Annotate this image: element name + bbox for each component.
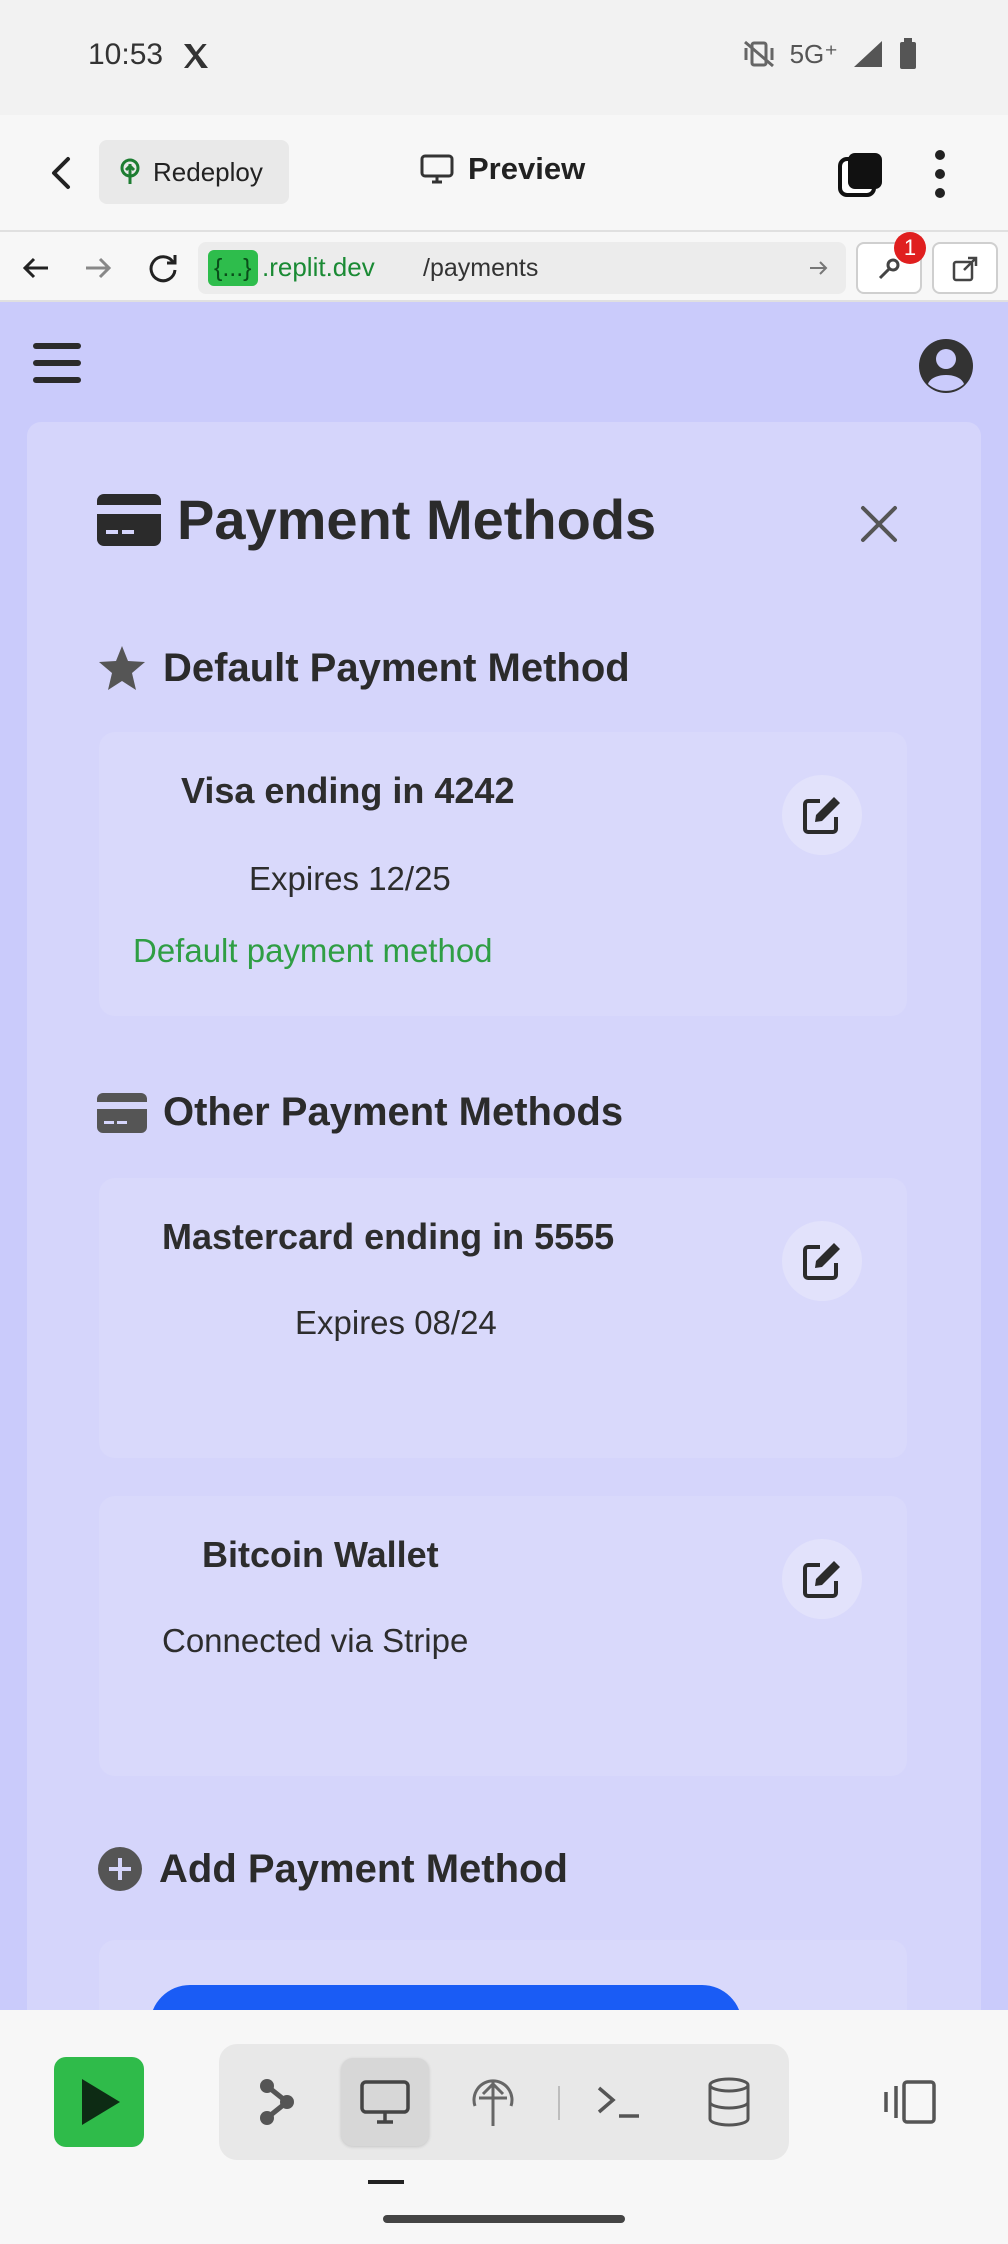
more-options-icon[interactable]: [925, 147, 955, 201]
external-link-icon: [952, 256, 978, 282]
payment-card: Mastercard ending in 5555 Expires 08/24: [99, 1178, 907, 1458]
preview-tool[interactable]: [341, 2058, 429, 2146]
status-indicators: 5G⁺: [742, 38, 918, 70]
page-title: Payment Methods: [177, 488, 657, 551]
url-host: .replit.dev: [262, 252, 375, 282]
default-card: Visa ending in 4242 Expires 12/25 Defaul…: [99, 732, 907, 1016]
card-expiry: Expires 12/25: [249, 860, 451, 897]
back-icon[interactable]: [40, 151, 84, 195]
home-indicator: [383, 2215, 625, 2223]
card-expiry: Expires 08/24: [295, 1304, 497, 1341]
edit-button[interactable]: [782, 775, 862, 855]
preview-label: Preview: [468, 151, 586, 186]
tool-group: [219, 2044, 789, 2160]
tabs-icon[interactable]: [836, 149, 886, 199]
menu-icon[interactable]: [33, 341, 81, 385]
panel-header: Payment Methods: [97, 487, 656, 552]
deployments-tool[interactable]: [449, 2058, 537, 2146]
other-section-header: Other Payment Methods: [97, 1090, 623, 1135]
browser-back-icon[interactable]: [18, 250, 54, 286]
signal-icon: [854, 41, 882, 67]
agent-tool[interactable]: [233, 2058, 321, 2146]
add-section-header: Add Payment Method: [97, 1846, 568, 1892]
other-section-title: Other Payment Methods: [163, 1090, 624, 1134]
payment-card: Bitcoin Wallet Connected via Stripe: [99, 1496, 907, 1776]
user-avatar-icon[interactable]: [918, 338, 974, 394]
x-app-icon: [184, 44, 208, 68]
status-bar: 10:53 5G⁺: [0, 0, 1008, 115]
preview-tab-title: Preview: [420, 151, 585, 187]
tool-divider: [558, 2086, 560, 2120]
card-name: Bitcoin Wallet: [202, 1534, 439, 1575]
play-icon: [82, 2079, 120, 2125]
url-path: /payments: [423, 254, 539, 282]
nodes-icon: [260, 2079, 294, 2125]
browser-bar: {...} .replit.dev /payments 1: [0, 230, 1008, 302]
database-icon: [708, 2077, 750, 2127]
star-icon: [99, 646, 145, 690]
default-section-title: Default Payment Method: [163, 645, 630, 690]
battery-icon: [900, 38, 916, 69]
deploy-icon: [120, 158, 140, 184]
go-arrow-icon[interactable]: [806, 256, 830, 280]
active-indicator: [368, 2180, 404, 2184]
monitor-icon: [360, 2080, 410, 2124]
edit-button[interactable]: [782, 1221, 862, 1301]
url-bar[interactable]: {...} .replit.dev /payments: [198, 242, 846, 294]
credit-card-icon: [97, 1092, 147, 1133]
run-button[interactable]: [54, 2057, 144, 2147]
credit-card-icon: [97, 493, 161, 546]
close-icon[interactable]: [857, 502, 901, 546]
default-label: Default payment method: [133, 932, 493, 969]
edit-button[interactable]: [782, 1539, 862, 1619]
browser-forward-icon[interactable]: [80, 250, 116, 286]
database-tool[interactable]: [685, 2058, 773, 2146]
open-external-button[interactable]: [932, 242, 998, 294]
redeploy-button[interactable]: Redeploy: [99, 140, 289, 204]
url-badge: {...}: [208, 250, 258, 286]
reload-icon[interactable]: [145, 250, 181, 286]
edit-icon: [803, 797, 840, 834]
shell-tool[interactable]: [575, 2058, 663, 2146]
payment-methods-panel: Payment Methods Default Payment Method V…: [27, 422, 981, 2010]
card-detail: Connected via Stripe: [162, 1622, 469, 1659]
add-section-title: Add Payment Method: [159, 1846, 568, 1891]
status-time: 10:53: [88, 38, 164, 71]
plus-circle-icon: [98, 1847, 142, 1891]
card-name: Visa ending in 4242: [181, 770, 515, 811]
network-type: 5G⁺: [789, 38, 838, 69]
webview: Payment Methods Default Payment Method V…: [0, 302, 1008, 2010]
bottom-toolbar: [0, 2010, 1008, 2244]
add-payment-method-button[interactable]: [150, 1985, 742, 2010]
layout-toggle-icon[interactable]: [882, 2078, 938, 2126]
devtools-button[interactable]: 1: [856, 232, 926, 294]
app-header: Redeploy Preview: [0, 115, 1008, 230]
card-name: Mastercard ending in 5555: [162, 1216, 615, 1257]
redeploy-label: Redeploy: [153, 156, 263, 187]
terminal-icon: [597, 2086, 639, 2118]
edit-icon: [803, 1243, 840, 1280]
monitor-icon: [420, 154, 454, 184]
globe-deploy-icon: [472, 2079, 514, 2126]
mute-vibrate-icon: [743, 40, 774, 68]
default-section-header: Default Payment Method: [97, 644, 630, 692]
edit-icon: [803, 1561, 840, 1598]
notification-badge: 1: [894, 232, 926, 264]
